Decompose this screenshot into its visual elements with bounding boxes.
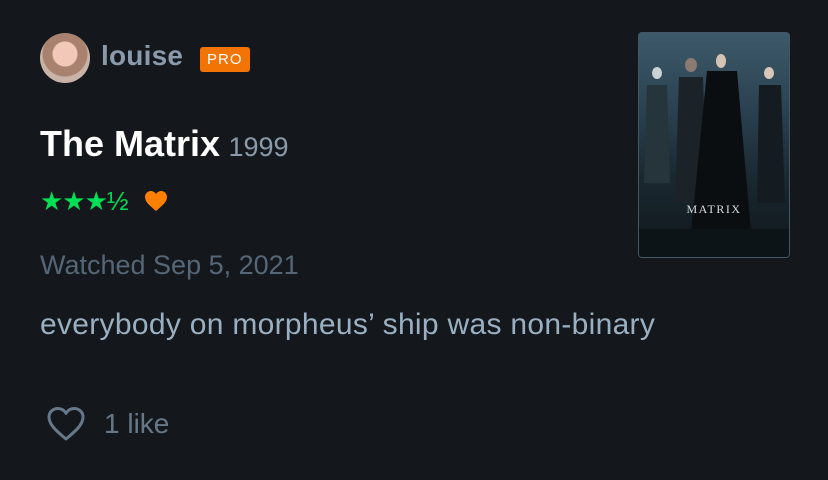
- avatar[interactable]: [40, 33, 90, 83]
- like-button[interactable]: 1 like: [46, 406, 169, 442]
- review-text: everybody on morpheus’ ship was non-bina…: [40, 308, 656, 341]
- rating-row: ★★★½: [40, 186, 168, 216]
- heart-outline-icon[interactable]: [46, 406, 86, 442]
- film-title-row: The Matrix 1999: [40, 123, 289, 165]
- film-title[interactable]: The Matrix: [40, 123, 220, 164]
- username[interactable]: louise: [101, 40, 183, 72]
- film-poster[interactable]: MATRIX: [638, 32, 790, 258]
- liked-heart-icon: [144, 191, 167, 211]
- star-rating: ★★★½: [40, 186, 129, 216]
- pro-badge: PRO: [200, 47, 250, 72]
- poster-art: MATRIX: [639, 54, 789, 257]
- film-year[interactable]: 1999: [229, 132, 289, 162]
- watched-date: Watched Sep 5, 2021: [40, 250, 299, 280]
- poster-title-text: MATRIX: [686, 202, 741, 216]
- like-count: 1 like: [104, 408, 170, 439]
